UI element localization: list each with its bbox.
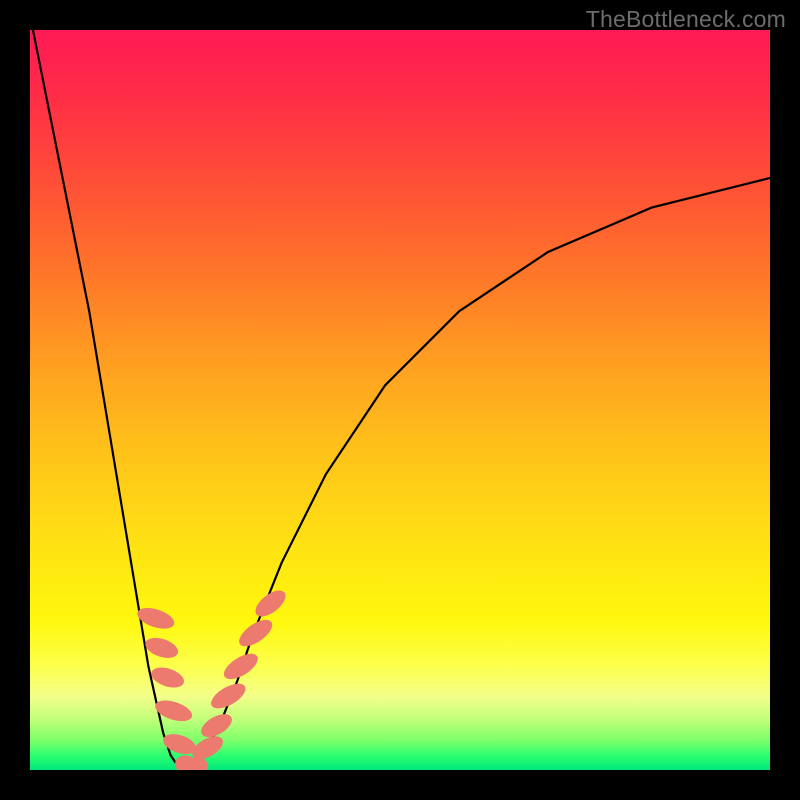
plot-area: [30, 30, 770, 770]
bottleneck-curve: [30, 30, 770, 770]
watermark-text: TheBottleneck.com: [586, 6, 786, 33]
data-markers: [135, 586, 290, 770]
data-marker: [153, 696, 195, 725]
data-marker: [235, 615, 277, 652]
data-marker: [207, 679, 249, 714]
chart-overlay: [30, 30, 770, 770]
data-marker: [220, 649, 262, 684]
chart-container: TheBottleneck.com: [0, 0, 800, 800]
data-marker: [149, 664, 187, 691]
data-marker: [143, 634, 181, 661]
